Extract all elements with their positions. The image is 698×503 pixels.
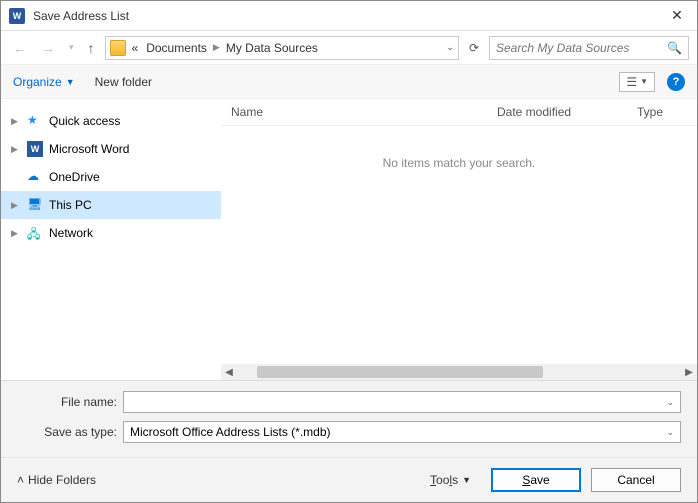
sidebar-item-word[interactable]: ▶ W Microsoft Word [1,135,221,163]
chevron-right-icon[interactable]: ▶ [11,228,21,239]
list-view-icon: ☰ [626,75,637,89]
breadcrumb-prefix: « [130,41,141,55]
search-box[interactable]: 🔍 [489,36,689,60]
filename-label: File name: [17,395,117,409]
chevron-down-icon: ▼ [66,77,75,87]
help-icon[interactable]: ? [667,73,685,91]
scrollbar-thumb[interactable] [257,366,543,378]
window-title: Save Address List [33,9,665,23]
empty-message: No items match your search. [221,126,697,364]
up-icon[interactable]: ↑ [84,38,99,58]
breadcrumb-item[interactable]: Documents [144,41,209,55]
filename-input[interactable] [130,395,666,409]
folder-icon [110,40,126,56]
chevron-right-icon[interactable]: ▶ [11,116,21,127]
sidebar-item-this-pc[interactable]: ▶ 🖥 This PC [1,191,221,219]
footer: ˄ Hide Folders Tools ▼ Save Cancel [1,457,697,502]
toolbar: Organize ▼ New folder ☰ ▼ ? [1,65,697,99]
recent-dropdown-icon[interactable]: ▾ [65,40,78,55]
chevron-down-icon[interactable]: ⌄ [666,427,674,438]
saveastype-label: Save as type: [17,425,117,439]
scroll-left-icon[interactable]: ◀ [221,367,237,378]
organize-menu[interactable]: Organize ▼ [13,75,75,89]
sidebar-item-quick-access[interactable]: ▶ ★ Quick access [1,107,221,135]
new-folder-button[interactable]: New folder [95,75,152,89]
filename-field[interactable]: ⌄ [123,391,681,413]
scroll-right-icon[interactable]: ▶ [681,367,697,378]
chevron-up-icon: ˄ [17,473,24,487]
sidebar: ▶ ★ Quick access ▶ W Microsoft Word ☁ On… [1,99,221,380]
horizontal-scrollbar[interactable]: ◀ ▶ [221,364,697,380]
saveastype-field[interactable]: Microsoft Office Address Lists (*.mdb) ⌄ [123,421,681,443]
chevron-down-icon: ▼ [462,475,471,485]
forward-icon[interactable]: → [37,38,59,58]
sidebar-item-label: Network [49,226,93,240]
search-input[interactable] [496,41,667,55]
chevron-right-icon[interactable]: ▶ [11,144,21,155]
organize-label: Organize [13,75,62,89]
file-pane: Name Date modified Type No items match y… [221,99,697,380]
chevron-down-icon[interactable]: ⌄ [666,397,674,408]
search-icon[interactable]: 🔍 [667,41,682,55]
column-headers: Name Date modified Type [221,99,697,126]
sidebar-item-label: This PC [49,198,92,212]
sidebar-item-label: Quick access [49,114,120,128]
sidebar-item-onedrive[interactable]: ☁ OneDrive [1,163,221,191]
titlebar: W Save Address List ✕ [1,1,697,31]
close-icon[interactable]: ✕ [665,7,689,24]
tools-menu[interactable]: Tools ▼ [430,473,471,487]
chevron-right-icon[interactable]: ▶ [11,200,21,211]
column-type[interactable]: Type [637,105,687,119]
nav-row: ← → ▾ ↑ « Documents ▶ My Data Sources ⌄ … [1,31,697,65]
column-name[interactable]: Name [231,105,497,119]
hide-folders-label: Hide Folders [28,473,96,487]
chevron-down-icon: ▼ [640,77,648,86]
dialog-body: ▶ ★ Quick access ▶ W Microsoft Word ☁ On… [1,99,697,380]
form-area: File name: ⌄ Save as type: Microsoft Off… [1,380,697,457]
address-bar[interactable]: « Documents ▶ My Data Sources ⌄ [105,36,459,60]
sidebar-item-label: OneDrive [49,170,100,184]
monitor-icon: 🖥 [27,197,43,213]
column-date[interactable]: Date modified [497,105,637,119]
cloud-icon: ☁ [27,169,43,185]
hide-folders-button[interactable]: ˄ Hide Folders [17,473,96,487]
sidebar-item-label: Microsoft Word [49,142,129,156]
back-icon[interactable]: ← [9,38,31,58]
cancel-button[interactable]: Cancel [591,468,681,492]
saveastype-value: Microsoft Office Address Lists (*.mdb) [130,425,331,439]
word-app-icon: W [9,8,25,24]
network-icon: 🖧 [27,225,43,241]
word-icon: W [27,141,43,157]
refresh-icon[interactable]: ⟳ [465,39,483,57]
star-icon: ★ [27,113,43,129]
address-dropdown-icon[interactable]: ⌄ [446,42,454,53]
sidebar-item-network[interactable]: ▶ 🖧 Network [1,219,221,247]
chevron-right-icon[interactable]: ▶ [213,42,220,53]
save-button[interactable]: Save [491,468,581,492]
breadcrumb-item[interactable]: My Data Sources [224,41,320,55]
view-options-button[interactable]: ☰ ▼ [619,72,655,92]
